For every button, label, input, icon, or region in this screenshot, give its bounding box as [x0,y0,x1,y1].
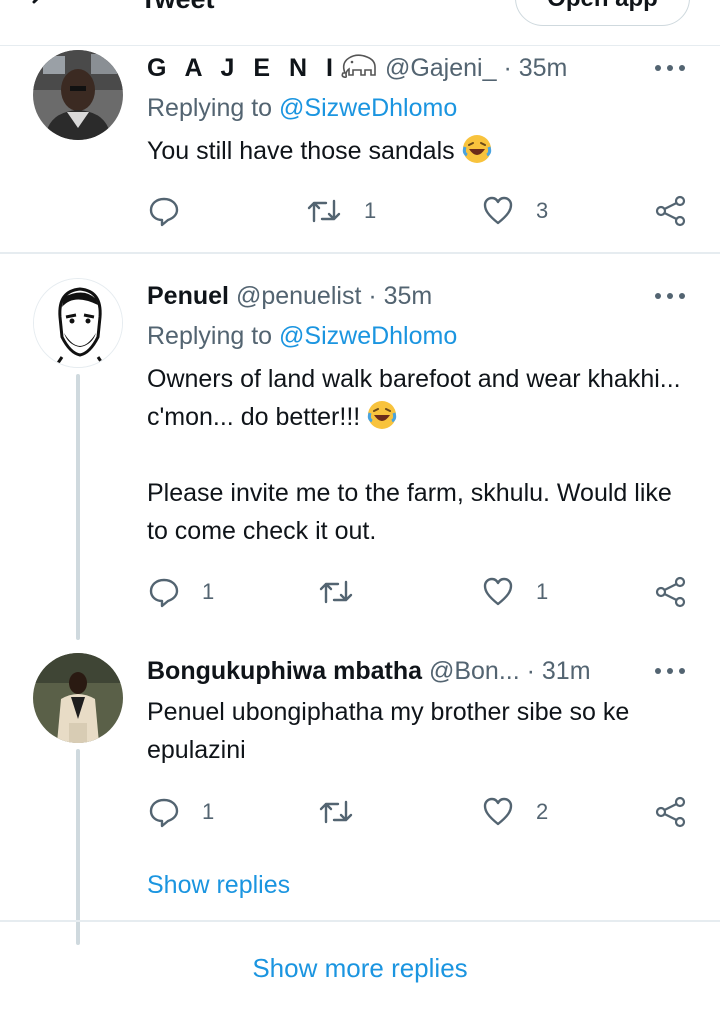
reply-button[interactable]: 1 [148,795,214,829]
timestamp[interactable]: 35m [519,54,568,82]
replying-to: Replying to @SizweDhlomo [147,318,457,354]
reply-tweet[interactable]: Penuel @penuelist · 35m Replying to @Siz… [0,278,720,648]
share-button[interactable] [654,795,688,829]
user-handle[interactable]: @penuelist [236,282,361,310]
retweet-icon [319,800,353,824]
share-button[interactable] [654,194,688,228]
reply-button[interactable]: 1 [148,575,214,609]
retweet-icon [319,580,353,604]
top-bar: Tweet Open app [0,0,720,46]
like-button[interactable]: 1 [482,575,548,609]
page-title: Tweet [140,0,215,15]
tweet-paragraph: Please invite me to the farm, skhulu. Wo… [147,479,672,545]
mention-link[interactable]: @SizweDhlomo [279,94,457,122]
like-icon [483,577,513,606]
back-arrow-icon[interactable] [28,0,58,16]
tweet-paragraph: You still have those sandals [147,137,455,165]
more-icon[interactable] [652,63,688,73]
reply-icon [149,798,179,828]
reply-tweet[interactable]: G A J E N I @Gajeni_ · 35m Replying to @S… [0,50,720,252]
avatar[interactable] [33,278,123,368]
reply-tweet[interactable]: Bongukuphiwa mbatha @Bon... · 31m Penuel… [0,653,720,945]
tweet-text: You still have those sandals [147,132,697,170]
tweet-paragraph: Penuel ubongiphatha my brother sibe so k… [147,698,630,764]
divider [0,252,720,254]
timestamp[interactable]: 35m [384,282,433,310]
like-count: 1 [536,579,549,604]
reply-icon [149,578,179,608]
like-count: 3 [536,198,549,223]
thread-line [76,749,80,945]
elephant-emoji-icon [341,54,376,79]
open-app-button[interactable]: Open app [515,0,690,26]
reply-icon [149,197,179,227]
reply-button[interactable] [148,194,180,228]
tweet-header: Bongukuphiwa mbatha @Bon... · 31m [147,653,591,689]
like-button[interactable]: 2 [482,795,548,829]
laughing-emoji-icon [368,401,397,429]
tweet-header: G A J E N I @Gajeni_ · 35m [147,50,567,86]
tweet-paragraph: Owners of land walk barefoot and wear kh… [147,365,681,431]
display-name[interactable]: Penuel [147,282,229,310]
separator-dot: · [503,54,512,82]
like-icon [483,797,513,826]
divider [0,920,720,922]
retweet-button[interactable] [318,795,354,829]
like-icon [483,196,513,225]
laughing-emoji-icon [462,135,491,163]
reply-count: 1 [202,579,215,604]
separator-dot: · [368,282,377,310]
tweet-text: Penuel ubongiphatha my brother sibe so k… [147,693,697,769]
share-icon [655,195,686,227]
thread-line [76,374,80,640]
retweet-button[interactable]: 1 [306,194,376,228]
like-count: 2 [536,799,549,824]
reply-count: 1 [202,799,215,824]
share-icon [655,796,686,828]
avatar[interactable] [33,50,123,140]
display-name[interactable]: G A J E N I [147,54,339,82]
display-name[interactable]: Bongukuphiwa mbatha [147,657,422,685]
show-replies-link[interactable]: Show replies [147,867,290,903]
like-button[interactable]: 3 [482,194,548,228]
tweet-header: Penuel @penuelist · 35m [147,278,432,314]
tweet-text: Owners of land walk barefoot and wear kh… [147,360,697,550]
dotted-thread-line [76,870,80,903]
replying-to: Replying to @SizweDhlomo [147,90,457,126]
share-button[interactable] [654,575,688,609]
share-icon [655,576,686,608]
timestamp[interactable]: 31m [542,657,591,685]
retweet-count: 1 [364,198,377,223]
replying-to-label: Replying to [147,94,273,122]
retweet-button[interactable] [318,575,354,609]
show-more-replies-link[interactable]: Show more replies [0,950,720,986]
avatar[interactable] [33,653,123,743]
mention-link[interactable]: @SizweDhlomo [279,322,457,350]
retweet-icon [307,199,341,223]
user-handle[interactable]: @Gajeni_ [385,54,497,82]
user-handle[interactable]: @Bon... [429,657,520,685]
separator-dot: · [526,657,535,685]
replying-to-label: Replying to [147,322,273,350]
more-icon[interactable] [652,666,688,676]
more-icon[interactable] [652,291,688,301]
